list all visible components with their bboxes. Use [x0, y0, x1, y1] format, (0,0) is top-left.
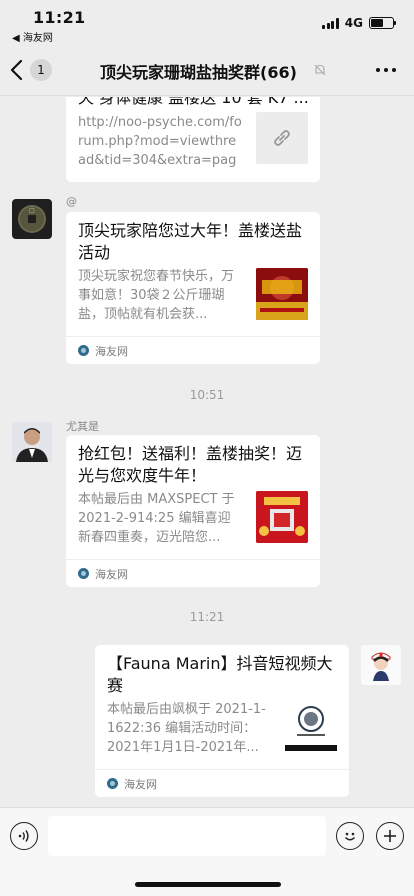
plus-icon — [384, 830, 396, 842]
source-name: 海友网 — [95, 344, 128, 358]
source-logo-icon — [78, 568, 89, 579]
card-title: 【Fauna Marin】抖音短视频大赛 — [107, 654, 333, 695]
link-icon — [274, 130, 290, 146]
source-logo-icon — [107, 778, 118, 789]
voice-input-button[interactable] — [10, 822, 38, 850]
status-indicators: 4G — [322, 16, 396, 30]
card-description: 本帖最后由 MAXSPECT 于 2021-2-914:25 编辑喜迎新春四重奏… — [78, 492, 235, 545]
link-card[interactable]: 抢红包！送福利！盖楼抽奖！迈光与您欢度牛年！ 本帖最后由 MAXSPECT 于 … — [66, 435, 320, 587]
unread-count-badge: 1 — [30, 59, 52, 81]
nurse-avatar-icon — [361, 645, 401, 685]
chat-header: 1 顶尖玩家珊瑚盐抽奖群(66) — [0, 44, 414, 96]
status-bar: 11:21 ◀ 海友网 4G — [0, 0, 414, 44]
card-title: 天 身体健康 盖楼送 10 套 K7 ... — [78, 97, 309, 107]
more-actions-button[interactable] — [376, 822, 404, 850]
my-link-card[interactable]: 【Fauna Marin】抖音短视频大赛 本帖最后由飒枫于 2021-1-162… — [95, 645, 349, 797]
chat-message-list[interactable]: 天 身体健康 盖楼送 10 套 K7 ... http://noo-psyche… — [0, 97, 414, 807]
link-icon-thumb — [256, 112, 308, 164]
card-description: 本帖最后由飒枫于 2021-1-1622:36 编辑活动时间：2021年1月1日… — [107, 702, 266, 755]
home-indicator[interactable] — [135, 882, 281, 887]
card-thumbnail — [256, 491, 308, 543]
avatar[interactable]: □ — [12, 199, 52, 239]
mute-bell-icon — [314, 64, 326, 76]
source-name: 海友网 — [124, 777, 157, 791]
chevron-left-icon — [10, 59, 23, 81]
message-text-field[interactable] — [48, 816, 326, 856]
network-type: 4G — [344, 16, 363, 30]
source-name: 海友网 — [95, 567, 128, 581]
voice-icon — [18, 830, 29, 842]
link-card-top[interactable]: 天 身体健康 盖楼送 10 套 K7 ... http://noo-psyche… — [66, 97, 320, 182]
card-description: 顶尖玩家祝您春节快乐，万事如意！30袋２公斤珊瑚盐，顶帖就有机会获... — [78, 269, 235, 322]
signal-icon — [322, 17, 339, 29]
source-logo-icon — [78, 345, 89, 356]
my-avatar[interactable] — [361, 645, 401, 685]
card-source: 海友网 — [95, 769, 349, 797]
back-button[interactable]: 1 — [8, 56, 58, 84]
chat-title: 顶尖玩家珊瑚盐抽奖群(66) — [100, 63, 297, 82]
card-title: 顶尖玩家陪您过大年！盖楼送盐活动 — [78, 221, 303, 262]
avatar[interactable] — [12, 422, 52, 462]
card-title: 抢红包！送福利！盖楼抽奖！迈光与您欢度牛年！ — [78, 444, 303, 485]
card-link-url: http://noo-psyche.com/forum.php?mod=view… — [78, 115, 242, 168]
svg-text:□: □ — [29, 207, 35, 214]
sender-name: @ — [66, 195, 77, 208]
card-thumbnail — [256, 268, 308, 320]
coin-avatar-icon: □ — [18, 205, 46, 233]
back-to-app-link[interactable]: ◀ 海友网 — [12, 29, 53, 44]
more-options-button[interactable] — [376, 68, 396, 72]
person-avatar-icon — [12, 422, 52, 462]
card-thumbnail — [285, 701, 337, 753]
card-source: 海友网 — [66, 336, 320, 364]
sender-name: 尤其是 — [66, 420, 99, 433]
timestamp: 11:21 — [189, 610, 225, 624]
timestamp: 10:51 — [189, 388, 225, 402]
card-source: 海友网 — [66, 559, 320, 587]
status-time: 11:21 — [33, 8, 86, 27]
link-card[interactable]: 顶尖玩家陪您过大年！盖楼送盐活动 顶尖玩家祝您春节快乐，万事如意！30袋２公斤珊… — [66, 212, 320, 364]
emoji-icon — [344, 832, 356, 841]
battery-icon — [369, 17, 396, 29]
emoji-button[interactable] — [336, 822, 364, 850]
